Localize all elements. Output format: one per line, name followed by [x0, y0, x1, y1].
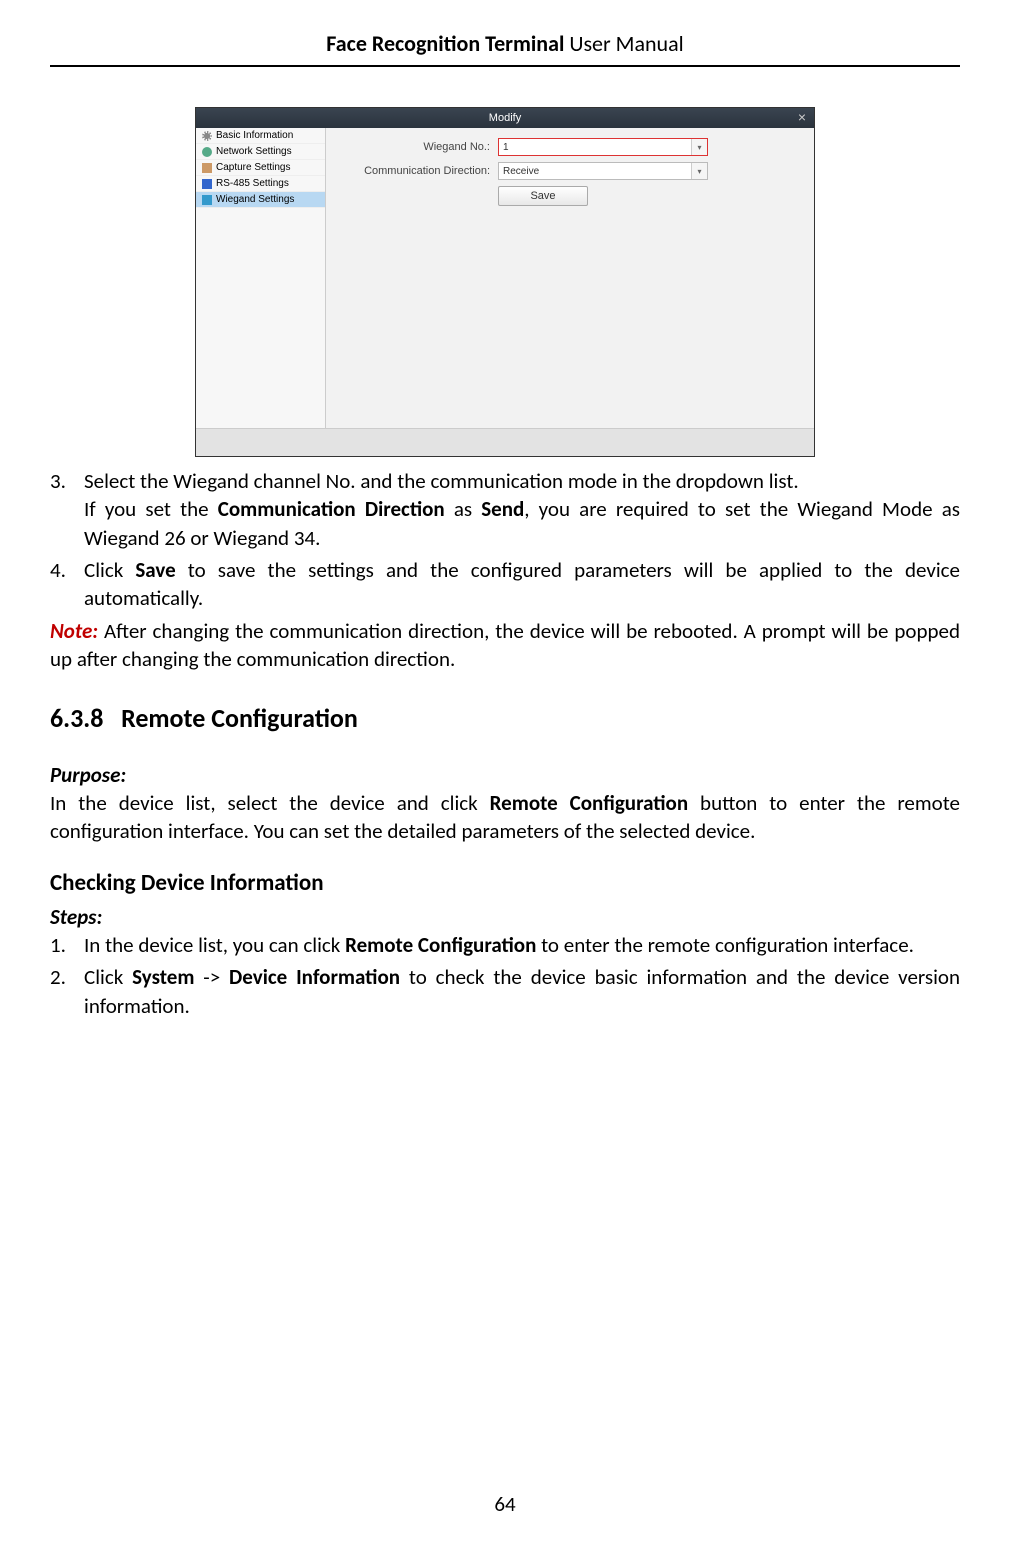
text-bold: Remote Configuration [345, 932, 536, 958]
subsection-heading: Checking Device Information [50, 868, 960, 899]
list-item: 1. In the device list, you can click Rem… [50, 931, 960, 959]
chevron-down-icon: ▾ [691, 139, 707, 155]
text: to save the settings and the configured … [84, 557, 960, 611]
text-bold: Send [481, 496, 524, 522]
sidebar-item-label: Basic Information [216, 130, 293, 141]
text: to enter the remote configuration interf… [536, 932, 914, 958]
text: In the device list, select the device an… [50, 790, 490, 816]
text: Click [84, 557, 135, 583]
note-label: Note: [50, 618, 98, 644]
dialog-titlebar: Modify × [196, 108, 814, 128]
rs485-icon [202, 179, 212, 189]
sidebar-item-network-settings[interactable]: Network Settings [196, 144, 325, 160]
text: as [445, 496, 482, 522]
comm-direction-label: Communication Direction: [338, 165, 498, 177]
list-number: 1. [50, 931, 84, 959]
text-bold: Save [135, 557, 175, 583]
sidebar-item-label: Capture Settings [216, 162, 291, 173]
heading-number: 6.3.8 [50, 701, 103, 736]
list-item: 2. Click System -> Device Information to… [50, 963, 960, 1020]
sidebar-item-label: Network Settings [216, 146, 292, 157]
list-item: 3. Select the Wiegand channel No. and th… [50, 467, 960, 552]
dialog-form: Wiegand No.: 1 ▾ Communication Direction… [326, 128, 814, 428]
text-bold: System [132, 964, 194, 990]
sidebar-item-label: Wiegand Settings [216, 194, 294, 205]
steps-label: Steps: [50, 903, 960, 931]
sidebar-item-wiegand-settings[interactable]: Wiegand Settings [196, 192, 325, 208]
dialog-footer [196, 428, 814, 456]
gear-icon [202, 131, 212, 141]
list-item: 4. Click Save to save the settings and t… [50, 556, 960, 613]
comm-direction-value: Receive [503, 166, 539, 177]
text: If you set the [84, 496, 218, 522]
wiegand-no-label: Wiegand No.: [338, 141, 498, 153]
note-paragraph: Note: After changing the communication d… [50, 617, 960, 674]
text: -> [194, 964, 229, 990]
sidebar-item-capture-settings[interactable]: Capture Settings [196, 160, 325, 176]
wiegand-no-dropdown[interactable]: 1 ▾ [498, 138, 708, 156]
comm-direction-dropdown[interactable]: Receive ▾ [498, 162, 708, 180]
page-number: 64 [0, 1491, 1010, 1517]
text: Select the Wiegand channel No. and the c… [84, 468, 799, 494]
network-icon [202, 147, 212, 157]
text-bold: Communication Direction [218, 496, 445, 522]
sidebar-item-label: RS-485 Settings [216, 178, 289, 189]
text: Click [84, 964, 132, 990]
list-number: 4. [50, 556, 84, 613]
dialog-sidebar: Basic Information Network Settings Captu… [196, 128, 326, 428]
list-number: 2. [50, 963, 84, 1020]
purpose-label: Purpose: [50, 761, 960, 789]
wiegand-no-value: 1 [503, 142, 509, 153]
close-icon[interactable]: × [794, 108, 810, 128]
sidebar-item-rs485-settings[interactable]: RS-485 Settings [196, 176, 325, 192]
text-bold: Remote Configuration [490, 790, 688, 816]
modify-dialog-screenshot: Modify × Basic Information Network Setti… [195, 107, 815, 457]
sidebar-item-basic-information[interactable]: Basic Information [196, 128, 325, 144]
page-header: Face Recognition Terminal User Manual [50, 30, 960, 67]
header-bold: Face Recognition Terminal [326, 30, 564, 57]
capture-icon [202, 163, 212, 173]
list-number: 3. [50, 467, 84, 552]
purpose-paragraph: In the device list, select the device an… [50, 789, 960, 846]
note-text: After changing the communication directi… [50, 618, 960, 672]
dialog-title: Modify [489, 112, 521, 124]
chevron-down-icon: ▾ [691, 163, 707, 179]
heading-title: Remote Configuration [115, 702, 358, 734]
text-bold: Device Information [229, 964, 400, 990]
header-plain: User Manual [564, 30, 683, 57]
section-heading: 6.3.8 Remote Configuration [50, 701, 960, 736]
text: In the device list, you can click [84, 932, 345, 958]
wiegand-icon [202, 195, 212, 205]
save-button[interactable]: Save [498, 186, 588, 206]
